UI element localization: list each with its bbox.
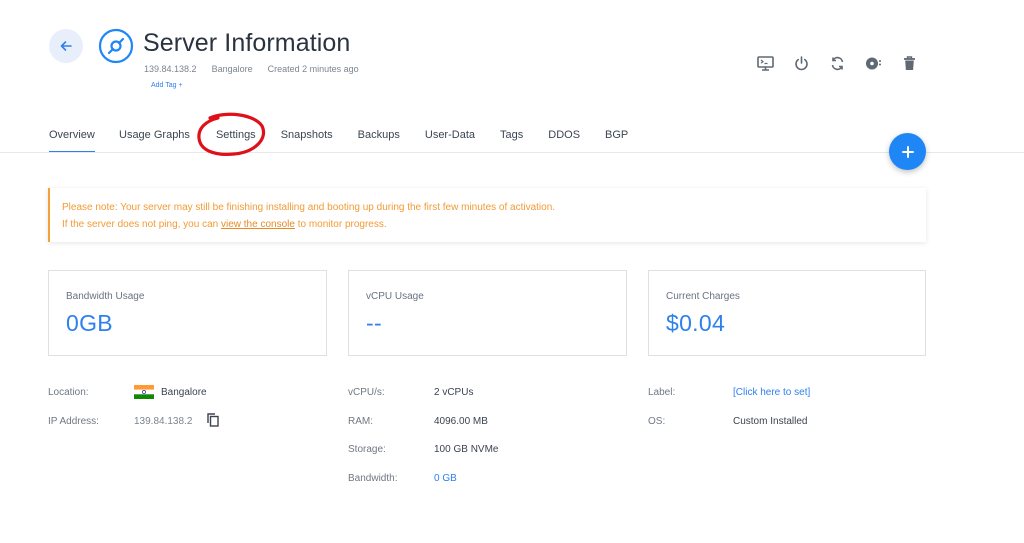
storage-label: Storage: [348, 444, 386, 455]
bandwidth-value: 0 GB [434, 473, 457, 484]
server-meta: 139.84.138.2 Bangalore Created 2 minutes… [144, 64, 359, 74]
power-icon [794, 55, 808, 70]
tab-tags[interactable]: Tags [500, 126, 523, 153]
server-created: Created 2 minutes ago [267, 64, 359, 74]
copy-button[interactable] [207, 413, 219, 430]
iso-icon [865, 57, 881, 69]
bandwidth-label: Bandwidth: [348, 473, 398, 484]
page-title: Server Information [143, 29, 351, 57]
ram-value: 4096.00 MB [434, 416, 488, 427]
view-console-link[interactable]: view the console [221, 219, 295, 230]
os-label: OS: [648, 416, 666, 427]
storage-value: 100 GB NVMe [434, 444, 499, 455]
notice-text: If the server does not ping, you can [62, 219, 221, 230]
server-disc-icon [98, 28, 134, 64]
arrow-left-icon [60, 41, 72, 51]
ip-label: IP Address: [48, 416, 99, 427]
tab-ddos[interactable]: DDOS [548, 126, 580, 153]
annotation-circle [197, 112, 266, 156]
set-label-link[interactable]: [Click here to set] [733, 387, 810, 398]
vcpu-label: vCPU/s: [348, 387, 385, 398]
tab-overview[interactable]: Overview [49, 126, 95, 153]
os-value: Custom Installed [733, 416, 808, 427]
tab-bar: Overview Usage Graphs Settings Snapshots… [49, 126, 628, 153]
label-label: Label: [648, 387, 676, 398]
plus-icon [901, 145, 914, 158]
card-value: $0.04 [666, 310, 726, 336]
power-button[interactable] [792, 54, 810, 72]
tab-backups[interactable]: Backups [358, 126, 400, 153]
add-tag-link[interactable]: Add Tag + [151, 82, 183, 89]
back-button[interactable] [49, 29, 83, 63]
restart-icon [831, 56, 843, 70]
console-button[interactable] [756, 54, 774, 72]
card-label: Current Charges [666, 291, 740, 302]
vcpu-card: vCPU Usage -- [348, 270, 627, 356]
charges-card: Current Charges $0.04 [648, 270, 926, 356]
delete-button[interactable] [900, 54, 918, 72]
india-flag-icon [134, 385, 154, 399]
location-value: Bangalore [161, 387, 207, 398]
vcpu-value: 2 vCPUs [434, 387, 474, 398]
console-icon [756, 55, 774, 71]
bandwidth-card: Bandwidth Usage 0GB [48, 270, 327, 356]
server-ip: 139.84.138.2 [144, 64, 197, 74]
copy-icon [207, 413, 219, 427]
tab-divider [0, 152, 1024, 153]
add-button[interactable] [889, 133, 926, 170]
server-location: Bangalore [211, 64, 253, 74]
tab-snapshots[interactable]: Snapshots [281, 126, 333, 153]
restart-button[interactable] [828, 54, 846, 72]
delete-icon [903, 55, 915, 70]
ip-value: 139.84.138.2 [134, 416, 193, 427]
card-value: 0GB [66, 310, 113, 336]
tab-bgp[interactable]: BGP [605, 126, 628, 153]
location-label: Location: [48, 387, 89, 398]
install-notice: Please note: Your server may still be fi… [48, 188, 926, 242]
card-label: vCPU Usage [366, 291, 424, 302]
card-label: Bandwidth Usage [66, 291, 145, 302]
tab-user-data[interactable]: User-Data [425, 126, 475, 153]
tab-usage-graphs[interactable]: Usage Graphs [119, 126, 190, 153]
iso-button[interactable] [864, 54, 882, 72]
notice-text-end: to monitor progress. [294, 219, 387, 230]
card-value: -- [366, 310, 382, 336]
notice-line-1: Please note: Your server may still be fi… [62, 202, 556, 213]
notice-line-2: If the server does not ping, you can vie… [62, 216, 926, 233]
server-actions [756, 54, 936, 72]
ram-label: RAM: [348, 416, 373, 427]
